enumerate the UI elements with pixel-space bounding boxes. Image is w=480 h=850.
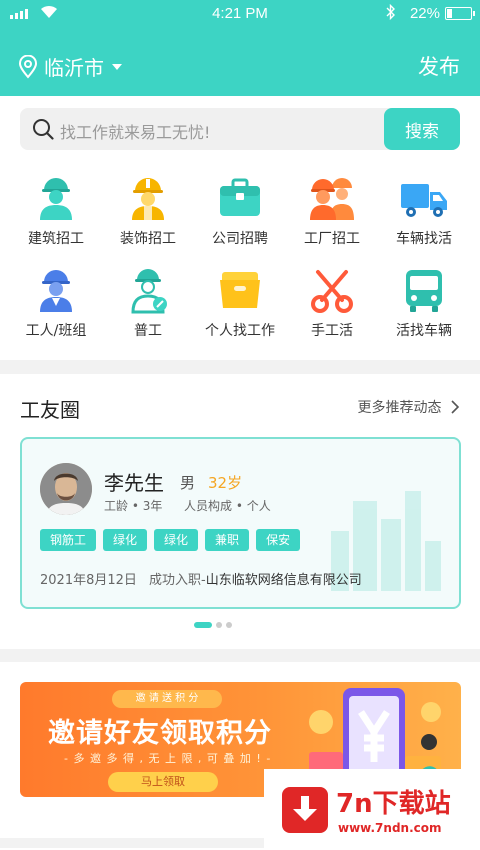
- publish-button[interactable]: 发布: [418, 51, 460, 81]
- poster-name: 李先生: [104, 471, 164, 495]
- section-title: 工友圈: [20, 398, 80, 422]
- banner-ribbon: 邀 请 送 积 分: [112, 690, 222, 708]
- chevron-down-icon: [112, 63, 122, 70]
- location-pin-icon: [18, 54, 38, 79]
- skill-tag: 钢筋工: [40, 529, 97, 551]
- category-personal-job[interactable]: 个人找工作: [192, 266, 288, 340]
- factory-workers-icon: [310, 178, 354, 220]
- next-section-edge: [0, 838, 264, 850]
- skill-tag: 保安: [256, 529, 301, 551]
- construction-worker-icon: [40, 178, 72, 220]
- category-company[interactable]: 公司招聘: [192, 174, 288, 248]
- carousel-indicator: [194, 622, 232, 628]
- record-date: 2021年8月12日: [40, 573, 137, 588]
- poster-seniority: 工龄 • 3年: [104, 499, 163, 513]
- scissors-icon: [311, 270, 353, 313]
- search-input[interactable]: 找工作就来易工无忧!: [60, 119, 210, 143]
- category-label: 工厂招工: [304, 231, 360, 247]
- poster-gender: 男: [180, 474, 196, 492]
- category-label: 普工: [134, 323, 162, 339]
- category-worker-team[interactable]: 工人/班组: [8, 266, 104, 340]
- watermark-overlay: 7n下载站 www.7ndn.com: [264, 769, 480, 850]
- banner-subtitle: - 多 邀 多 得 , 无 上 限 , 可 叠 加 ! -: [64, 752, 272, 765]
- record-company: 山东临软网络信息有限公司: [205, 573, 362, 588]
- poster-age: 32岁: [208, 474, 243, 492]
- post-card[interactable]: 李先生 男 32岁 工龄 • 3年 人员构成 • 个人 钢筋工 绿化 绿化 兼职…: [20, 437, 461, 609]
- category-label: 手工活: [311, 323, 353, 339]
- category-truck[interactable]: 车辆找活: [376, 174, 472, 248]
- avatar[interactable]: [40, 463, 92, 515]
- record-action: 成功入职-: [149, 573, 206, 588]
- more-posts-label: 更多推荐动态: [357, 400, 442, 416]
- banner-title: 邀请好友领取积分: [48, 718, 272, 749]
- app-header: 4:21 PM 22% 临沂市 发布: [0, 0, 480, 96]
- skill-tags: 钢筋工 绿化 绿化 兼职 保安: [40, 529, 301, 551]
- category-label: 工人/班组: [25, 323, 87, 339]
- carousel-dot: [226, 622, 232, 628]
- chevron-right-icon: [451, 400, 460, 414]
- category-label: 装饰招工: [120, 231, 176, 247]
- category-label: 个人找工作: [205, 323, 275, 339]
- watermark-url: www.7ndn.com: [338, 821, 442, 835]
- category-label: 车辆找活: [396, 231, 452, 247]
- search-button[interactable]: 搜索: [384, 108, 460, 150]
- skill-tag: 兼职: [205, 529, 250, 551]
- carousel-dot-active: [194, 622, 212, 628]
- category-handwork[interactable]: 手工活: [284, 266, 380, 340]
- claim-now-button[interactable]: 马上领取: [108, 772, 218, 792]
- category-find-vehicle[interactable]: 活找车辆: [376, 266, 472, 340]
- more-posts-link[interactable]: 更多推荐动态: [358, 397, 460, 417]
- battery-icon: [445, 7, 475, 20]
- download-arrow-icon: [282, 787, 328, 833]
- bluetooth-icon: [386, 3, 396, 24]
- carousel-dot: [216, 622, 222, 628]
- employment-record: 2021年8月12日 成功入职-山东临软网络信息有限公司: [40, 569, 362, 588]
- category-general[interactable]: 普工: [100, 266, 196, 340]
- category-label: 公司招聘: [212, 231, 268, 247]
- search-bar[interactable]: 找工作就来易工无忧! 搜索: [20, 108, 460, 150]
- category-label: 活找车辆: [396, 323, 452, 339]
- worker-team-icon: [40, 270, 72, 312]
- category-construction[interactable]: 建筑招工: [8, 174, 104, 248]
- city-name: 临沂市: [44, 56, 104, 80]
- skill-tag: 绿化: [103, 529, 148, 551]
- general-worker-icon: [131, 269, 167, 314]
- skill-tag: 绿化: [154, 529, 199, 551]
- city-selector[interactable]: 临沂市: [18, 52, 122, 81]
- status-bar: 4:21 PM 22%: [0, 0, 480, 30]
- watermark-title: 7n下载站: [336, 789, 451, 819]
- status-time: 4:21 PM: [212, 5, 268, 22]
- main-panel: 找工作就来易工无忧! 搜索 建筑招工 装饰招工 公司招聘 工厂招工 车辆找活 工…: [0, 96, 480, 360]
- category-decoration[interactable]: 装饰招工: [100, 174, 196, 248]
- category-label: 建筑招工: [28, 231, 84, 247]
- category-factory[interactable]: 工厂招工: [284, 174, 380, 248]
- folder-icon: [220, 272, 260, 308]
- battery-percent: 22%: [409, 5, 440, 22]
- worker-circle-section: 工友圈 更多推荐动态 李先生 男 32岁 工龄 • 3年 人员构成 • 个人 钢…: [0, 374, 480, 649]
- briefcase-icon: [220, 178, 260, 216]
- search-icon: [33, 119, 54, 140]
- decoration-worker-icon: [132, 178, 164, 220]
- bus-icon: [406, 270, 442, 312]
- truck-icon: [401, 184, 447, 217]
- poster-composition: 人员构成 • 个人: [184, 499, 271, 513]
- poster-meta: 工龄 • 3年 人员构成 • 个人: [104, 497, 271, 514]
